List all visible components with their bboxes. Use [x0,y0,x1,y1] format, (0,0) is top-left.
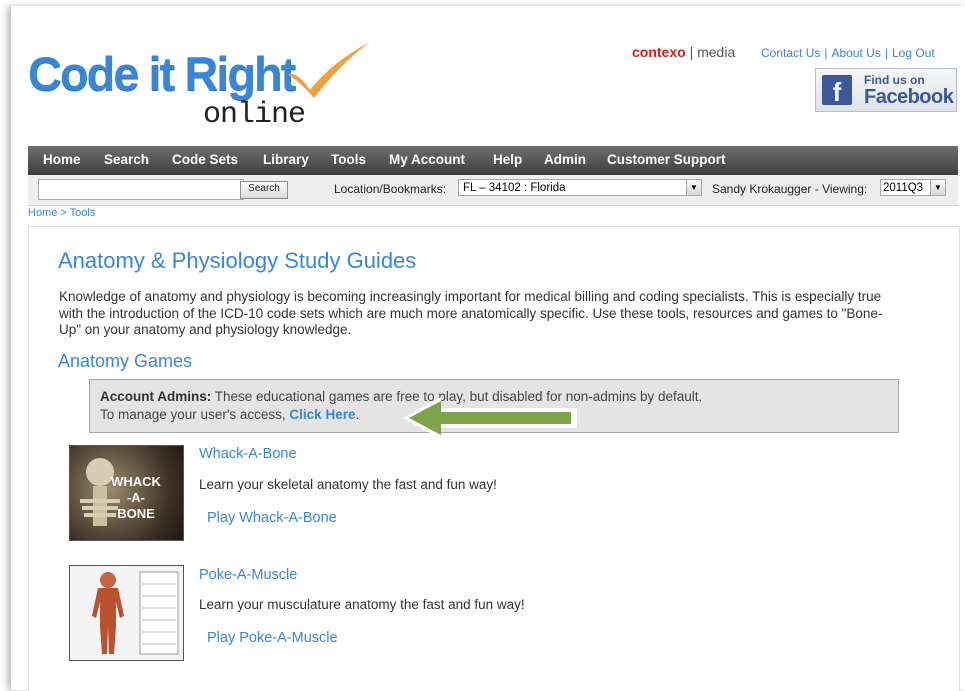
main-content: Anatomy & Physiology Study Guides Knowle… [28,226,960,691]
play-poke-a-muscle-link[interactable]: Play Poke-A-Muscle [207,630,338,646]
chevron-down-icon: ▼ [686,180,701,195]
notice-text2: To manage your user's access, [100,407,290,422]
facebook-badge[interactable]: f Find us on Facebook [815,68,957,112]
poke-a-muscle-desc: Learn your musculature anatomy the fast … [199,597,525,612]
log-out-link[interactable]: Log Out [892,46,935,60]
vendor-suffix: media [697,44,736,60]
checkmark-icon [288,42,370,98]
poke-a-muscle-thumbnail[interactable] [69,565,184,661]
muscle-figure-icon [70,566,183,660]
vendor-logo: contexo | media [632,44,736,60]
notice-end: . [355,407,360,422]
search-bar: Search Location/Bookmarks: FL – 34102 : … [28,175,958,206]
main-nav: Home Search Code Sets Library Tools My A… [28,146,958,175]
logo[interactable]: Code it Right online [28,42,388,136]
nav-customer-support[interactable]: Customer Support [607,152,726,167]
contact-us-link[interactable]: Contact Us [761,46,820,60]
poke-a-muscle-title[interactable]: Poke-A-Muscle [199,567,297,583]
facebook-line2: Facebook [864,86,954,108]
thumb-text-line3: BONE [117,506,155,521]
nav-library[interactable]: Library [263,152,309,167]
location-select[interactable]: FL – 34102 : Florida ▼ [458,179,702,196]
intro-paragraph: Knowledge of anatomy and physiology is b… [59,289,883,337]
nav-my-account[interactable]: My Account [389,152,465,167]
chevron-down-icon: ▼ [930,180,945,195]
thumb-text-line1: WHACK [111,474,161,489]
location-value: FL – 34102 : Florida [463,182,566,194]
click-here-link[interactable]: Click Here [289,407,355,422]
search-button[interactable]: Search [240,181,288,199]
nav-admin[interactable]: Admin [544,152,586,167]
location-label: Location/Bookmarks: [334,182,447,196]
version-select[interactable]: 2011Q3 ▼ [880,179,946,196]
whack-a-bone-thumbnail[interactable]: WHACK -A- BONE [69,445,184,541]
nav-home[interactable]: Home [43,152,81,167]
vendor-brand: contexo [632,44,686,60]
nav-help[interactable]: Help [493,152,522,167]
whack-a-bone-desc: Learn your skeletal anatomy the fast and… [199,477,497,492]
games-heading: Anatomy Games [58,351,193,371]
facebook-icon: f [822,75,852,107]
logo-main-text: Code it Right [28,47,296,100]
whack-a-bone-title[interactable]: Whack-A-Bone [199,446,297,462]
page-title: Anatomy & Physiology Study Guides [58,248,417,273]
notice-bold: Account Admins: [100,389,212,404]
facebook-line1: Find us on [864,73,925,87]
about-us-link[interactable]: About Us [831,46,880,60]
skeleton-icon: WHACK -A- BONE [80,458,162,526]
top-links: Contact Us | About Us | Log Out [761,46,935,60]
search-input[interactable] [38,179,244,200]
logo-sub-text: online [203,98,306,132]
thumb-text-line2: -A- [127,490,145,505]
breadcrumb[interactable]: Home > Tools [28,207,95,219]
play-whack-a-bone-link[interactable]: Play Whack-A-Bone [207,510,337,526]
nav-tools[interactable]: Tools [331,152,366,167]
nav-search[interactable]: Search [104,152,149,167]
arrow-icon [403,397,577,439]
nav-code-sets[interactable]: Code Sets [172,152,238,167]
user-label: Sandy Krokaugger - Viewing: [712,182,868,196]
version-value: 2011Q3 [883,182,924,194]
